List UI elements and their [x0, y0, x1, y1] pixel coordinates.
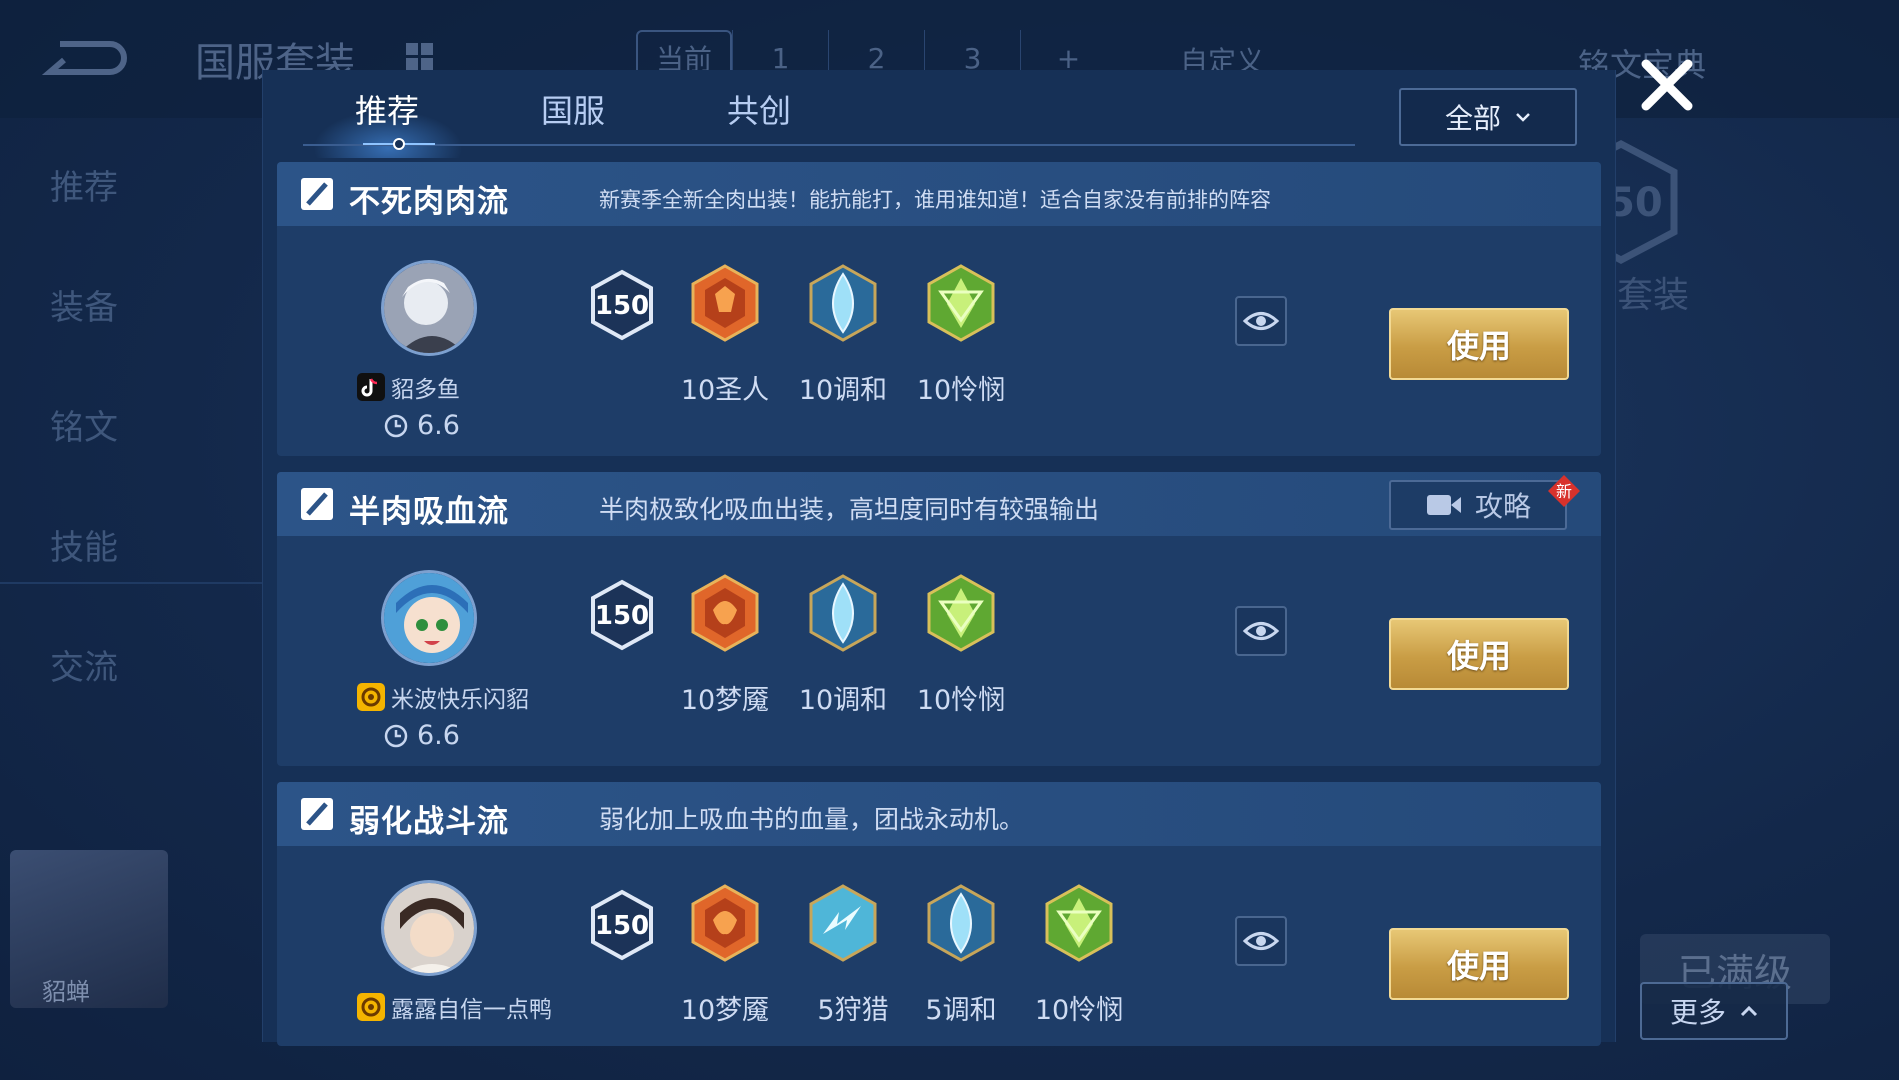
hero-name: 貂蝉: [42, 978, 90, 1006]
card-title: 弱化战斗流: [349, 804, 509, 840]
huya-icon: [357, 683, 385, 711]
rune-label: 10怜悯: [916, 685, 1006, 716]
card-description: 半肉极致化吸血出装，高坦度同时有较强输出: [599, 495, 1100, 524]
new-badge-icon: 新: [1548, 475, 1580, 507]
close-icon[interactable]: [1636, 54, 1698, 116]
author-name: 貂多鱼: [391, 377, 460, 403]
use-button[interactable]: 使用: [1389, 928, 1569, 1000]
rune-label: 10调和: [798, 375, 888, 406]
level-value: 150: [595, 601, 649, 631]
loadout-card: 半肉吸血流 半肉极致化吸血出装，高坦度同时有较强输出 攻略 新 米波快乐闪貂 6…: [277, 472, 1601, 766]
rune-label: 10梦魇: [680, 685, 770, 716]
recommend-panel: 推荐 国服 共创 全部 不死肉肉流 新赛季全新全肉出装！能抗能打，谁用谁知道！适…: [262, 70, 1616, 1046]
clock-icon: [384, 724, 408, 747]
more-button[interactable]: 更多: [1640, 982, 1788, 1040]
level-150-icon: 150: [591, 889, 653, 961]
rune-cyan-icon: [809, 884, 877, 962]
author-info: 露露自信一点鸭: [357, 990, 552, 1024]
background-sidebar-item: 交流: [50, 648, 118, 688]
rune-blue-icon: [809, 574, 877, 652]
level-150-icon: 150: [591, 269, 653, 341]
card-header: 不死肉肉流 新赛季全新全肉出装！能抗能打，谁用谁知道！适合自家没有前排的阵容: [277, 162, 1601, 226]
tab-recommend[interactable]: 推荐: [355, 86, 419, 132]
rune-green-icon: [927, 264, 995, 342]
more-label: 更多: [1669, 996, 1726, 1029]
rune-green-icon: [927, 574, 995, 652]
rune-blue-icon: [809, 264, 877, 342]
level-value: 150: [595, 291, 649, 321]
back-icon: [41, 41, 127, 75]
card-description: 弱化加上吸血书的血量，团战永动机。: [599, 805, 1025, 834]
rune-label: 5调和: [925, 995, 997, 1026]
time-value: 6.6: [417, 410, 460, 441]
eye-icon: [1242, 312, 1280, 330]
use-button[interactable]: 使用: [1389, 308, 1569, 380]
tab-cocreate[interactable]: 共创: [727, 86, 791, 132]
author-avatar: [381, 880, 477, 976]
background-sidebar-item: 装备: [50, 288, 118, 328]
tab-national[interactable]: 国服: [541, 86, 605, 132]
background-divider: [0, 582, 262, 584]
loadout-card: 不死肉肉流 新赛季全新全肉出装！能抗能打，谁用谁知道！适合自家没有前排的阵容 貂…: [277, 162, 1601, 456]
level-150-icon: 150: [591, 579, 653, 651]
rune-red-icon: [691, 264, 759, 342]
rune-label: 10怜悯: [1034, 995, 1124, 1026]
rune-label: 5狩猎: [817, 995, 889, 1026]
author-info: 貂多鱼: [357, 370, 460, 404]
filter-label: 全部: [1444, 102, 1501, 135]
grid-icon: [406, 43, 434, 71]
preview-button[interactable]: [1235, 916, 1287, 966]
background-sidebar: 推荐 装备 铭文 技能 交流: [0, 118, 262, 688]
guide-button[interactable]: 攻略: [1389, 480, 1567, 530]
video-icon: [1426, 495, 1461, 515]
card-title: 半肉吸血流: [349, 494, 509, 530]
loadout-card: 弱化战斗流 弱化加上吸血书的血量，团战永动机。 露露自信一点鸭 150 10梦魇…: [277, 782, 1601, 1046]
author-info: 米波快乐闪貂: [357, 680, 529, 714]
chevron-down-icon: [1516, 113, 1530, 122]
filter-dropdown[interactable]: 全部: [1399, 88, 1577, 146]
background-sidebar-item: 技能: [50, 528, 118, 568]
preview-button[interactable]: [1235, 296, 1287, 346]
huya-icon: [357, 993, 385, 1021]
rune-red-icon: [691, 884, 759, 962]
edit-icon[interactable]: [299, 796, 335, 832]
edit-icon[interactable]: [299, 486, 335, 522]
douyin-icon: [357, 373, 385, 401]
author-avatar: [381, 260, 477, 356]
card-title: 不死肉肉流: [349, 184, 509, 220]
level-value: 150: [595, 911, 649, 941]
background-sidebar-item: 铭文: [50, 408, 118, 448]
rune-label: 10调和: [798, 685, 888, 716]
card-description: 新赛季全新全肉出装！能抗能打，谁用谁知道！适合自家没有前排的阵容: [599, 188, 1271, 212]
edit-icon[interactable]: [299, 176, 335, 212]
card-header: 弱化战斗流 弱化加上吸血书的血量，团战永动机。: [277, 782, 1601, 846]
author-name: 米波快乐闪貂: [391, 687, 529, 713]
update-time: 6.6: [383, 410, 460, 441]
chevron-up-icon: [1740, 1005, 1758, 1017]
author-avatar: [381, 570, 477, 666]
tab-underline: [303, 144, 1355, 146]
rune-blue-icon: [927, 884, 995, 962]
card-header: 半肉吸血流 半肉极致化吸血出装，高坦度同时有较强输出 攻略 新: [277, 472, 1601, 536]
update-time: 6.6: [383, 720, 460, 751]
time-value: 6.6: [417, 720, 460, 751]
tab-indicator-icon: [363, 138, 435, 150]
rune-label: 10圣人: [680, 375, 770, 406]
panel-tabs: 推荐 国服 共创 全部: [283, 70, 1613, 158]
new-badge: 新: [1556, 482, 1572, 501]
background-sidebar-item: 推荐: [50, 168, 118, 208]
rune-red-icon: [691, 574, 759, 652]
rune-label: 10怜悯: [916, 375, 1006, 406]
rune-green-icon: [1045, 884, 1113, 962]
use-button[interactable]: 使用: [1389, 618, 1569, 690]
guide-label: 攻略: [1474, 490, 1531, 523]
eye-icon: [1242, 932, 1280, 950]
eye-icon: [1242, 622, 1280, 640]
clock-icon: [384, 414, 408, 437]
preview-button[interactable]: [1235, 606, 1287, 656]
rune-label: 10梦魇: [680, 995, 770, 1026]
author-name: 露露自信一点鸭: [391, 997, 552, 1023]
